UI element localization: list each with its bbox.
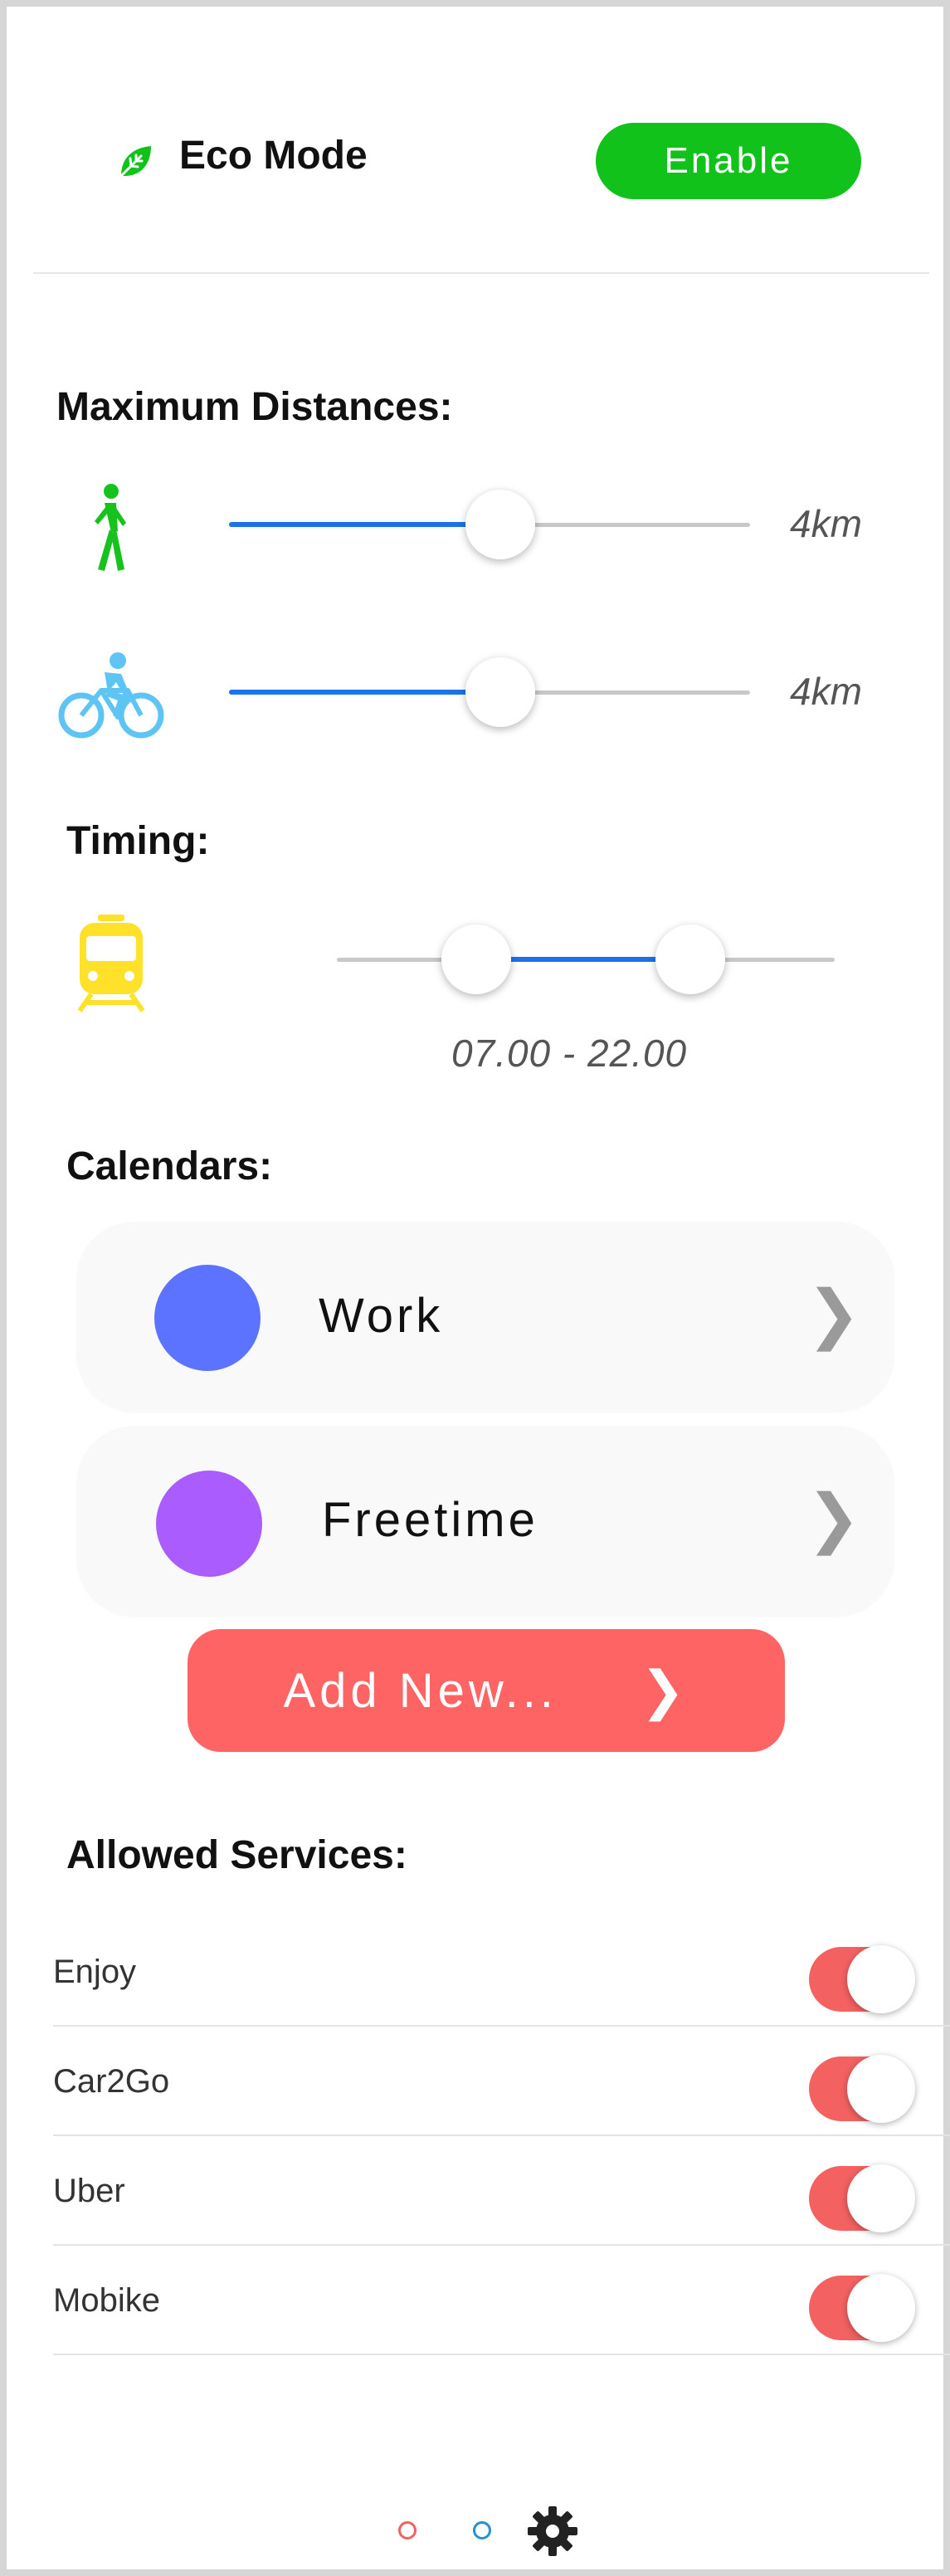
calendar-item-work[interactable]: Work ❯ [76, 1222, 894, 1412]
timing-range-value: 07.00 - 22.00 [451, 1032, 688, 1075]
service-toggle-enjoy[interactable] [809, 1945, 915, 2013]
settings-screen: Eco Mode Enable Maximum Distances: 4km 4… [0, 0, 950, 2576]
walking-icon [95, 484, 126, 571]
chevron-right-icon: ❯ [640, 1660, 689, 1720]
leaf-icon [119, 146, 151, 178]
bike-slider-handle[interactable] [465, 657, 535, 727]
service-label: Uber [53, 2173, 125, 2209]
bike-distance-value: 4km [790, 670, 862, 713]
toggle-knob [847, 2164, 915, 2232]
calendars-section-title: Calendars: [66, 1144, 273, 1188]
calendar-label: Work [319, 1289, 444, 1343]
bicycle-icon [58, 652, 164, 739]
distances-section-title: Maximum Distances: [56, 385, 453, 429]
page-dot-2[interactable] [473, 2521, 491, 2539]
calendar-color-dot [154, 1265, 261, 1371]
timing-start-handle[interactable] [441, 925, 511, 994]
toggle-knob [847, 2055, 915, 2123]
service-row-uber: Uber [53, 2134, 950, 2246]
timing-end-handle[interactable] [655, 925, 725, 994]
train-icon [77, 915, 145, 1012]
toggle-knob [847, 1945, 915, 2013]
toggle-knob [847, 2274, 915, 2342]
walk-distance-value: 4km [790, 502, 862, 545]
gear-icon[interactable] [526, 2505, 579, 2558]
walk-slider-fill [229, 522, 500, 527]
page-title: Eco Mode [179, 134, 368, 178]
service-label: Mobike [53, 2282, 160, 2319]
bike-slider-fill [229, 690, 500, 695]
service-label: Car2Go [53, 2063, 170, 2100]
add-calendar-label: Add New... [283, 1663, 558, 1718]
bike-distance-slider[interactable] [229, 657, 750, 727]
header-divider [33, 272, 929, 274]
walk-slider-handle[interactable] [465, 490, 535, 559]
service-toggle-uber[interactable] [809, 2164, 915, 2232]
walk-distance-slider[interactable] [229, 490, 750, 559]
add-calendar-button[interactable]: Add New... ❯ [188, 1629, 785, 1752]
service-row-enjoy: Enjoy [53, 1915, 950, 2027]
calendar-item-freetime[interactable]: Freetime ❯ [76, 1426, 894, 1617]
page-dot-1[interactable] [398, 2521, 417, 2539]
chevron-right-icon: ❯ [806, 1481, 861, 1554]
service-row-mobike: Mobike [53, 2244, 950, 2355]
timing-range-slider[interactable] [337, 925, 835, 994]
enable-button[interactable]: Enable [596, 123, 861, 199]
service-toggle-car2go[interactable] [809, 2055, 915, 2123]
calendar-label: Freetime [322, 1493, 538, 1547]
chevron-right-icon: ❯ [806, 1277, 861, 1350]
calendar-color-dot [156, 1471, 262, 1577]
service-toggle-mobike[interactable] [809, 2274, 915, 2342]
service-row-car2go: Car2Go [53, 2025, 950, 2136]
services-section-title: Allowed Services: [66, 1833, 407, 1877]
service-label: Enjoy [53, 1954, 137, 1990]
timing-section-title: Timing: [66, 819, 210, 863]
